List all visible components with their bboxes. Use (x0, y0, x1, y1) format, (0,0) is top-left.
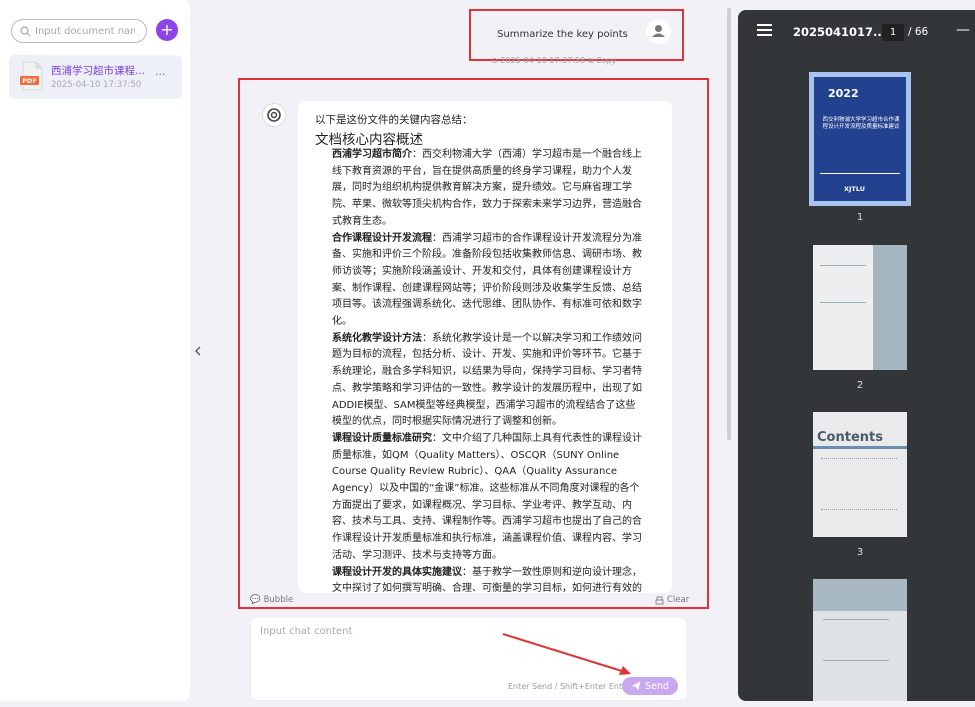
copy-icon[interactable]: ⧉ (588, 56, 594, 65)
document-sidebar: + PDF 西浦学习超市课程... 2025-04-10 17:37:50 ..… (0, 0, 190, 701)
bubble-button[interactable]: 💬 Bubble (250, 595, 293, 605)
section-title: 西浦学习超市简介 (332, 149, 412, 160)
menu-icon[interactable] (757, 24, 772, 36)
user-icon (652, 25, 665, 37)
message-meta: ⊙ 2025-04-10 17:37:58 ⧉ Copy (491, 56, 616, 66)
page-number-input[interactable]: 1 (882, 24, 904, 41)
paper-plane-icon (631, 681, 641, 691)
section-title: 课程设计开发的具体实施建议 (332, 566, 462, 578)
document-search-input[interactable] (31, 25, 135, 37)
thumbnail-number: 3 (856, 547, 864, 558)
annotation-arrow-icon (502, 633, 631, 675)
page-thumbnail-4[interactable] (813, 579, 907, 701)
search-icon (20, 25, 31, 36)
chevron-left-icon (195, 346, 201, 356)
cover-skyline (820, 161, 900, 174)
answer-body: 西浦学习超市简介：西交利物浦大学（西浦）学习超市是一个融合线上线下教育资源的平台… (332, 147, 642, 593)
thumbnail-side-band (873, 245, 907, 370)
copy-button[interactable]: Copy (596, 56, 616, 65)
send-hint: Enter Send / Shift+Enter Enter (508, 682, 631, 691)
page-thumbnail-3[interactable]: Contents (813, 412, 907, 537)
answer-section: 西浦学习超市简介：西交利物浦大学（西浦）学习超市是一个融合线上线下教育资源的平台… (332, 147, 642, 231)
section-body: ：文中介绍了几种国际上具有代表性的课程设计质量标准，如QM（Quality Ma… (332, 432, 642, 561)
clear-label: Clear (667, 595, 690, 605)
pdf-viewer: 2025041017... 1 / 66 — 2022 西交利物浦大学学习超市合… (738, 10, 975, 701)
document-list-item[interactable]: PDF 西浦学习超市课程... 2025-04-10 17:37:50 ... (9, 55, 182, 99)
send-label: Send (645, 680, 669, 692)
document-search[interactable] (11, 19, 147, 43)
section-body: ：系统化教学设计是一个以解决学习和工作绩效问题为目标的流程，包括分析、设计、开发… (332, 332, 642, 428)
answer-section: 课程设计质量标准研究：文中介绍了几种国际上具有代表性的课程设计质量标准，如QM（… (332, 431, 642, 565)
section-title: 合作课程设计开发流程 (332, 232, 432, 244)
cover-brand: XJTLU (844, 185, 866, 193)
thumbnail-number: 2 (856, 380, 864, 391)
document-date: 2025-04-10 17:37:50 (51, 80, 142, 90)
broom-icon (655, 596, 664, 604)
chat-bubble-icon: 💬 (250, 595, 261, 605)
thumbnail-text-lines (821, 458, 897, 510)
cover-title: 西交利物浦大学学习超市合作课程设计开发流程及质量标准建议 (822, 117, 900, 130)
section-title: 课程设计质量标准研究 (332, 432, 432, 444)
chat-scrollbar[interactable] (727, 8, 731, 440)
answer-section: 合作课程设计开发流程：西浦学习超市的合作课程设计开发流程分为准备、实施和评价三个… (332, 231, 642, 331)
user-avatar (646, 19, 671, 44)
section-title: 系统化教学设计方法 (332, 332, 422, 344)
bubble-label: Bubble (263, 595, 294, 605)
zoom-out-button[interactable]: — (956, 22, 970, 38)
pdf-file-icon: PDF (20, 61, 43, 91)
section-body: ：西交利物浦大学（西浦）学习超市是一个融合线上线下教育资源的平台，旨在提供高质量… (332, 149, 642, 227)
viewer-title: 2025041017... (793, 25, 887, 39)
section-body: ：西浦学习超市的合作课程设计开发流程分为准备、实施和评价三个阶段。准备阶段包括收… (332, 232, 642, 328)
thumbnail-rule (813, 446, 907, 449)
more-options-button[interactable]: ... (155, 65, 166, 78)
assistant-message: 以下是这份文件的关键内容总结： 文档核心内容概述 西浦学习超市简介：西交利物浦大… (298, 101, 672, 593)
answer-section: 课程设计开发的具体实施建议：基于教学一致性原则和逆向设计理念，文中探讨了如何撰写… (332, 565, 642, 593)
user-message-bubble: Summarize the key points (491, 19, 634, 51)
clear-button[interactable]: Clear (655, 595, 689, 605)
document-title: 西浦学习超市课程... (51, 65, 146, 77)
answer-intro: 以下是这份文件的关键内容总结： (315, 114, 473, 126)
page-thumbnail-1[interactable]: 2022 西交利物浦大学学习超市合作课程设计开发流程及质量标准建议 XJTLU (809, 72, 911, 206)
svg-text:PDF: PDF (22, 77, 37, 85)
answer-heading: 文档核心内容概述 (315, 132, 423, 148)
answer-section: 系统化教学设计方法：系统化教学设计是一个以解决学习和工作绩效问题为目标的流程，包… (332, 331, 642, 431)
thumbnail-text-lines (820, 265, 866, 303)
add-document-button[interactable]: + (156, 19, 178, 41)
contents-heading: Contents (817, 430, 883, 445)
openai-logo-icon (267, 108, 281, 122)
page-thumbnail-2[interactable] (813, 245, 907, 370)
message-timestamp: 2025-04-10 17:37:58 (500, 56, 586, 65)
assistant-avatar (262, 103, 286, 127)
thumbnail-number: 1 (856, 212, 864, 223)
thumbnail-header-band (813, 579, 907, 611)
collapse-sidebar-button[interactable] (193, 343, 203, 363)
clock-icon: ⊙ (491, 56, 498, 65)
cover-year: 2022 (828, 87, 859, 100)
thumbnail-text-lines (823, 619, 889, 661)
page-total: / 66 (908, 26, 929, 38)
